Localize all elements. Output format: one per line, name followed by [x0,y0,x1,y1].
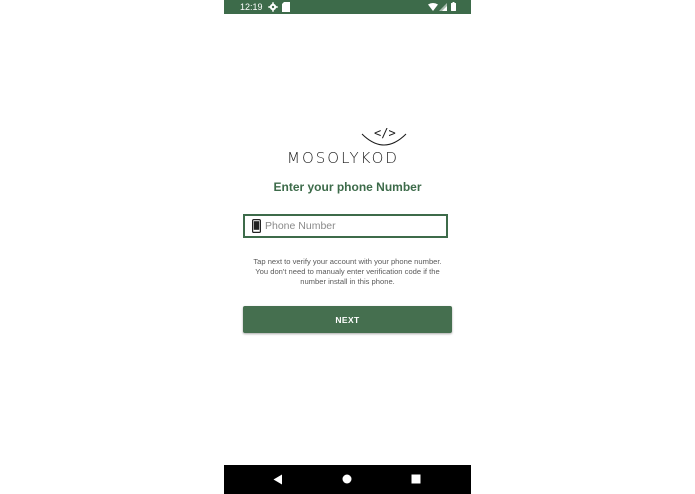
navigation-bar [224,465,471,494]
phone-screen: 12:19 </> MOSOLYKOD Enter your phone Num… [224,0,471,494]
battery-icon [451,2,456,11]
verification-help-text: Tap next to verify your account with you… [253,257,442,286]
next-button[interactable]: NEXT [243,306,452,333]
page-title: Enter your phone Number [273,180,422,194]
code-symbol: </> [374,126,396,140]
sdcard-icon [282,2,290,12]
logo-wordmark: MOSOLYKOD [287,149,399,167]
app-logo: </> MOSOLYKOD [286,126,408,170]
status-time: 12:19 [240,2,263,12]
status-bar: 12:19 [224,0,471,14]
phone-number-input[interactable] [265,220,435,232]
home-icon[interactable] [342,474,352,484]
recents-icon[interactable] [411,474,421,484]
wifi-icon [428,3,438,11]
gear-icon [268,2,278,12]
signal-icon [439,3,447,11]
smartphone-icon [252,219,261,233]
phone-number-field[interactable] [243,214,448,238]
back-icon[interactable] [273,474,283,485]
